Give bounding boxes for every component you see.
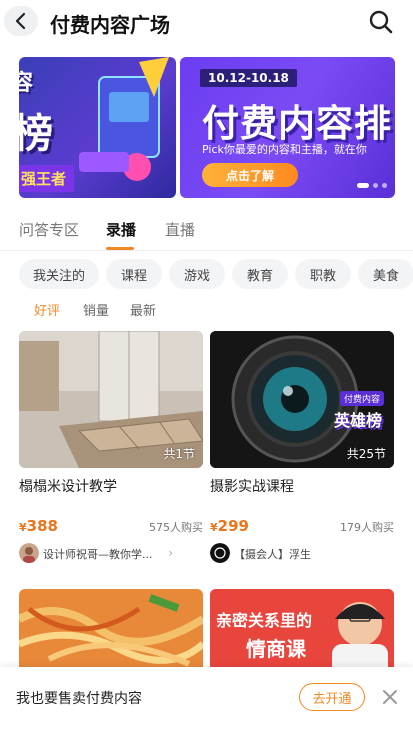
- chip-following[interactable]: 我关注的: [19, 259, 99, 289]
- purchase-count: 575人购买: [149, 521, 203, 534]
- banner-carousel[interactable]: 容 榜 强王者 10.12-10.18 付费内容排 Pick你最爱的内容和主播，…: [19, 57, 395, 198]
- carousel-dot: [373, 183, 378, 188]
- author-name: 设计师祝哥—教你学...: [43, 548, 153, 561]
- course-title: 摄影实战课程: [210, 479, 294, 495]
- author-name: 【摄会人】浮生: [234, 548, 311, 561]
- avatar: [210, 543, 230, 563]
- back-button[interactable]: [4, 6, 38, 36]
- tab-recorded[interactable]: 录播: [106, 219, 136, 240]
- banner-cta-button[interactable]: 点击了解: [202, 163, 298, 187]
- price-value: 299: [217, 517, 249, 535]
- carousel-indicator: [357, 183, 387, 188]
- currency-symbol: ¥: [19, 521, 27, 534]
- purchase-count: 179人购买: [340, 521, 394, 534]
- badge-small-text: 付费内容: [340, 391, 385, 406]
- course-price: ¥299: [210, 517, 249, 535]
- banner-headline: 付费内容排: [202, 102, 392, 145]
- sort-newest[interactable]: 最新: [130, 300, 156, 319]
- chip-games[interactable]: 游戏: [169, 259, 225, 289]
- sort-sales[interactable]: 销量: [83, 300, 109, 319]
- page-title: 付费内容广场: [50, 13, 170, 37]
- author-row[interactable]: 【摄会人】浮生: [210, 543, 394, 563]
- course-thumbnail[interactable]: 付费内容 英雄榜 共25节: [210, 331, 394, 468]
- chip-course[interactable]: 课程: [106, 259, 162, 289]
- banner-left-line1: 容: [19, 71, 34, 96]
- content-tabs: 问答专区 录播 直播: [0, 205, 413, 251]
- header: 付费内容广场: [0, 0, 413, 44]
- tab-live[interactable]: 直播: [165, 219, 195, 240]
- category-chips: 我关注的 课程 游戏 教育 职教 美食: [0, 259, 413, 289]
- search-button[interactable]: [367, 8, 395, 36]
- banner-left-tag: 强王者: [19, 165, 75, 192]
- course-price: ¥388: [19, 517, 58, 535]
- carousel-dot: [357, 183, 369, 188]
- lesson-count-badge: 共1节: [163, 447, 195, 461]
- chevron-left-icon: [15, 12, 26, 30]
- search-icon: [369, 10, 393, 34]
- carousel-dot: [382, 183, 387, 188]
- sort-options: 好评 销量 最新: [0, 300, 413, 320]
- activate-button[interactable]: 去开通: [299, 683, 365, 711]
- close-button[interactable]: [380, 687, 400, 707]
- close-icon: [383, 690, 397, 704]
- currency-symbol: ¥: [210, 521, 218, 534]
- chip-education[interactable]: 教育: [232, 259, 288, 289]
- lesson-count-badge: 共25节: [346, 447, 386, 461]
- active-tab-indicator: [106, 247, 134, 250]
- hero-list-badge: 付费内容 英雄榜: [334, 391, 390, 435]
- thumbnail-headline: 亲密关系里的: [216, 611, 313, 630]
- page: 付费内容广场 容 榜 强王者 10.12-10.18 付费内容排 Pick你最爱…: [0, 0, 413, 734]
- tab-qa[interactable]: 问答专区: [19, 219, 79, 240]
- banner-slide-right[interactable]: 10.12-10.18 付费内容排 Pick你最爱的内容和主播，就在你 点击了解: [180, 57, 395, 198]
- banner-subtitle: Pick你最爱的内容和主播，就在你: [202, 143, 367, 156]
- thumbnail-headline-2: 情商课: [246, 637, 306, 661]
- banner-left-line2: 榜: [19, 111, 53, 157]
- sell-prompt-bar: 我也要售卖付费内容 去开通: [0, 667, 413, 734]
- author-row[interactable]: 设计师祝哥—教你学... ›: [19, 543, 203, 563]
- banner-slide-left[interactable]: 容 榜 强王者: [19, 57, 176, 198]
- sell-prompt-text: 我也要售卖付费内容: [16, 691, 142, 707]
- sort-top-rated[interactable]: 好评: [34, 300, 60, 319]
- chevron-right-icon: ›: [168, 546, 173, 560]
- banner-date: 10.12-10.18: [200, 69, 297, 87]
- chip-vocational[interactable]: 职教: [295, 259, 351, 289]
- price-value: 388: [26, 517, 58, 535]
- chip-food[interactable]: 美食: [358, 259, 413, 289]
- course-title: 榻榻米设计教学: [19, 479, 117, 495]
- badge-big-text: 英雄榜: [334, 411, 383, 430]
- avatar: [19, 543, 39, 563]
- course-thumbnail[interactable]: 共1节: [19, 331, 203, 468]
